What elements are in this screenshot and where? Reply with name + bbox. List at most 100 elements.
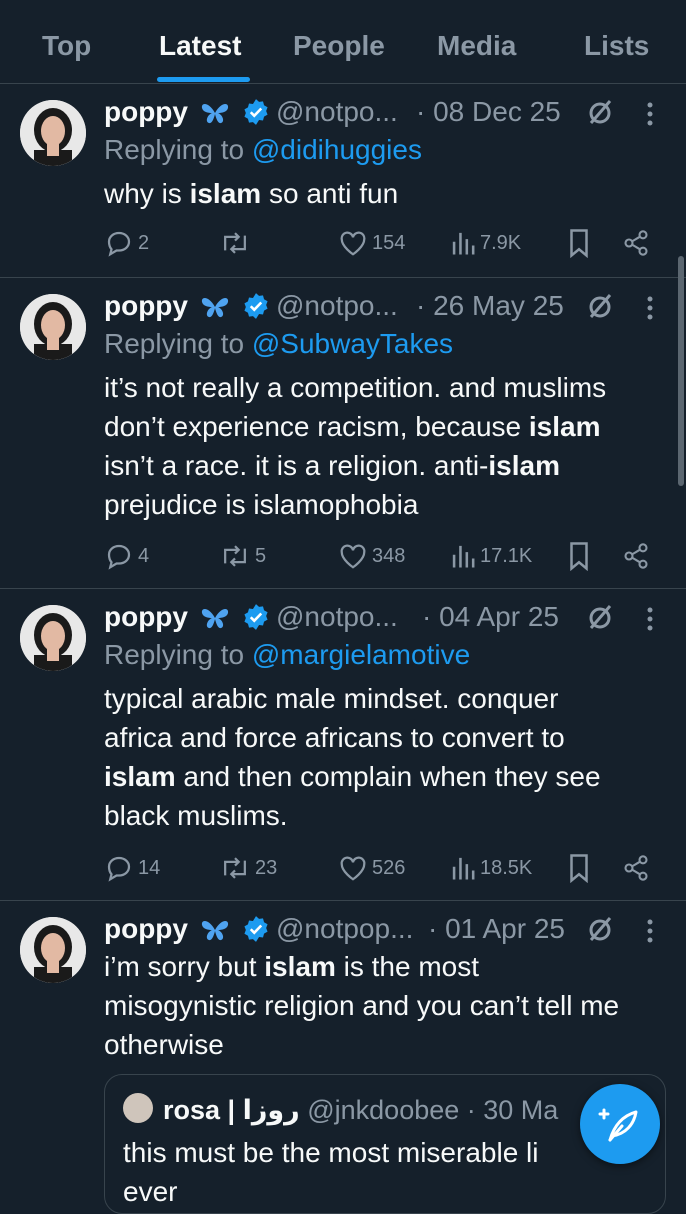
share-button[interactable] (622, 226, 650, 260)
bookmark-button[interactable] (566, 226, 592, 260)
like-count: 526 (372, 856, 406, 879)
quoted-handle: @jnkdoobee (307, 1095, 460, 1125)
tweet-header: poppy @notpo... · 08 Dec 25 (104, 96, 674, 132)
views-button[interactable]: 17.1K (450, 539, 532, 573)
retweet-count: 5 (255, 544, 267, 567)
butterfly-icon (201, 608, 229, 629)
compose-button[interactable] (580, 1084, 660, 1164)
heart-icon (340, 231, 366, 256)
like-button[interactable]: 154 (338, 226, 405, 260)
tweet-text: typical arabic male mindset. conquer afr… (104, 679, 664, 835)
views-button[interactable]: 7.9K (450, 226, 521, 260)
tab-latest[interactable]: Latest (159, 30, 241, 62)
text-segment: otherwise (104, 1029, 224, 1060)
butterfly-icon (201, 920, 229, 941)
reply-icon (107, 856, 131, 882)
replying-prefix: Replying to (104, 639, 252, 670)
bookmark-button[interactable] (566, 539, 592, 573)
view-count: 17.1K (480, 544, 533, 567)
share-button[interactable] (622, 539, 650, 573)
retweet-button[interactable] (219, 226, 255, 260)
replying-to-user[interactable]: @margielamotive (252, 639, 470, 670)
more-options-icon[interactable] (646, 919, 654, 943)
tweet-line: otherwise (104, 1025, 664, 1064)
more-options-icon[interactable] (646, 102, 654, 126)
like-button[interactable]: 526 (338, 851, 405, 885)
avatar[interactable] (20, 605, 86, 671)
avatar[interactable] (20, 100, 86, 166)
display-name[interactable]: poppy (104, 96, 188, 128)
tweet-actions: 2 154 7.9K (104, 226, 664, 260)
bookmark-button[interactable] (566, 851, 592, 885)
display-name[interactable]: poppy (104, 913, 188, 945)
tweet-line: prejudice is islamophobia (104, 485, 664, 524)
views-icon (452, 232, 475, 255)
tab-people[interactable]: People (293, 30, 385, 62)
avatar[interactable] (20, 917, 86, 983)
tab-lists[interactable]: Lists (584, 30, 649, 62)
retweet-icon (224, 545, 246, 567)
display-name[interactable]: poppy (104, 601, 188, 633)
butterfly-icon (201, 103, 229, 124)
text-segment: africa and force africans to convert to (104, 722, 565, 753)
replying-prefix: Replying to (104, 134, 252, 165)
quoted-tweet-header: rosa | روزا @jnkdoobee · 30 Ma (163, 1095, 558, 1126)
reply-button[interactable]: 14 (104, 851, 160, 885)
reply-count: 2 (138, 231, 150, 254)
like-count: 348 (372, 544, 406, 567)
highlight-term: islam (264, 951, 336, 982)
heart-icon (340, 544, 366, 569)
tweet-text: why is islam so anti fun (104, 174, 664, 213)
like-button[interactable]: 348 (338, 539, 405, 573)
more-options-icon[interactable] (646, 296, 654, 320)
timestamp[interactable]: · 04 Apr 25 (422, 601, 559, 633)
text-segment: typical arabic male mindset. conquer (104, 683, 559, 714)
more-options-icon[interactable] (646, 607, 654, 631)
share-button[interactable] (622, 851, 650, 885)
view-count: 7.9K (480, 231, 522, 254)
tweet[interactable]: poppy @notpo... · 04 Apr 25 Replying to … (0, 589, 686, 901)
tab-top[interactable]: Top (42, 30, 91, 62)
grok-icon[interactable] (584, 96, 616, 128)
handle[interactable]: @notpop... (276, 913, 413, 945)
tweet[interactable]: poppy @notpo... · 26 May 25 Replying to … (0, 278, 686, 589)
text-segment: i’m sorry but (104, 951, 265, 982)
avatar[interactable] (20, 294, 86, 360)
tab-media[interactable]: Media (437, 30, 516, 62)
tweet-actions: 14 23 526 18.5K (104, 851, 664, 885)
tweet[interactable]: poppy @notpo... · 08 Dec 25 Replying to … (0, 84, 686, 278)
compose-feather-icon (598, 1108, 638, 1142)
verified-badge-icon (244, 916, 268, 942)
scrollbar[interactable] (678, 256, 684, 486)
grok-icon[interactable] (584, 290, 616, 322)
grok-icon[interactable] (584, 913, 616, 945)
share-icon (624, 543, 648, 569)
tweet-line: typical arabic male mindset. conquer (104, 679, 664, 718)
grok-icon[interactable] (584, 601, 616, 633)
timestamp[interactable]: · 01 Apr 25 (428, 913, 565, 945)
handle[interactable]: @notpo... (276, 290, 398, 322)
views-button[interactable]: 18.5K (450, 851, 532, 885)
tweet-line: islam and then complain when they see (104, 757, 664, 796)
highlight-term: islam (189, 178, 262, 209)
quoted-timestamp: · 30 Ma (466, 1095, 559, 1125)
handle[interactable]: @notpo... (276, 96, 398, 128)
retweet-button[interactable]: 5 (219, 539, 266, 573)
reply-button[interactable]: 2 (104, 226, 149, 260)
tweet-line: don’t experience racism, because islam (104, 407, 664, 446)
handle[interactable]: @notpo... (276, 601, 398, 633)
timestamp[interactable]: · 26 May 25 (416, 290, 564, 322)
quoted-text-line: ever (123, 1176, 178, 1207)
share-icon (624, 855, 648, 881)
display-name[interactable]: poppy (104, 290, 188, 322)
text-segment: black muslims. (104, 800, 288, 831)
replying-to-user[interactable]: @SubwayTakes (252, 328, 453, 359)
retweet-button[interactable]: 23 (219, 851, 277, 885)
timestamp[interactable]: · 08 Dec 25 (416, 96, 561, 128)
tweet-text: it’s not really a competition. and musli… (104, 368, 664, 524)
reply-button[interactable]: 4 (104, 539, 149, 573)
quoted-avatar[interactable] (123, 1093, 153, 1123)
text-segment: isn’t a race. it is a religion. anti- (104, 450, 489, 481)
replying-to-user[interactable]: @didihuggies (252, 134, 422, 165)
search-tabs: Top Latest People Media Lists (0, 0, 686, 84)
